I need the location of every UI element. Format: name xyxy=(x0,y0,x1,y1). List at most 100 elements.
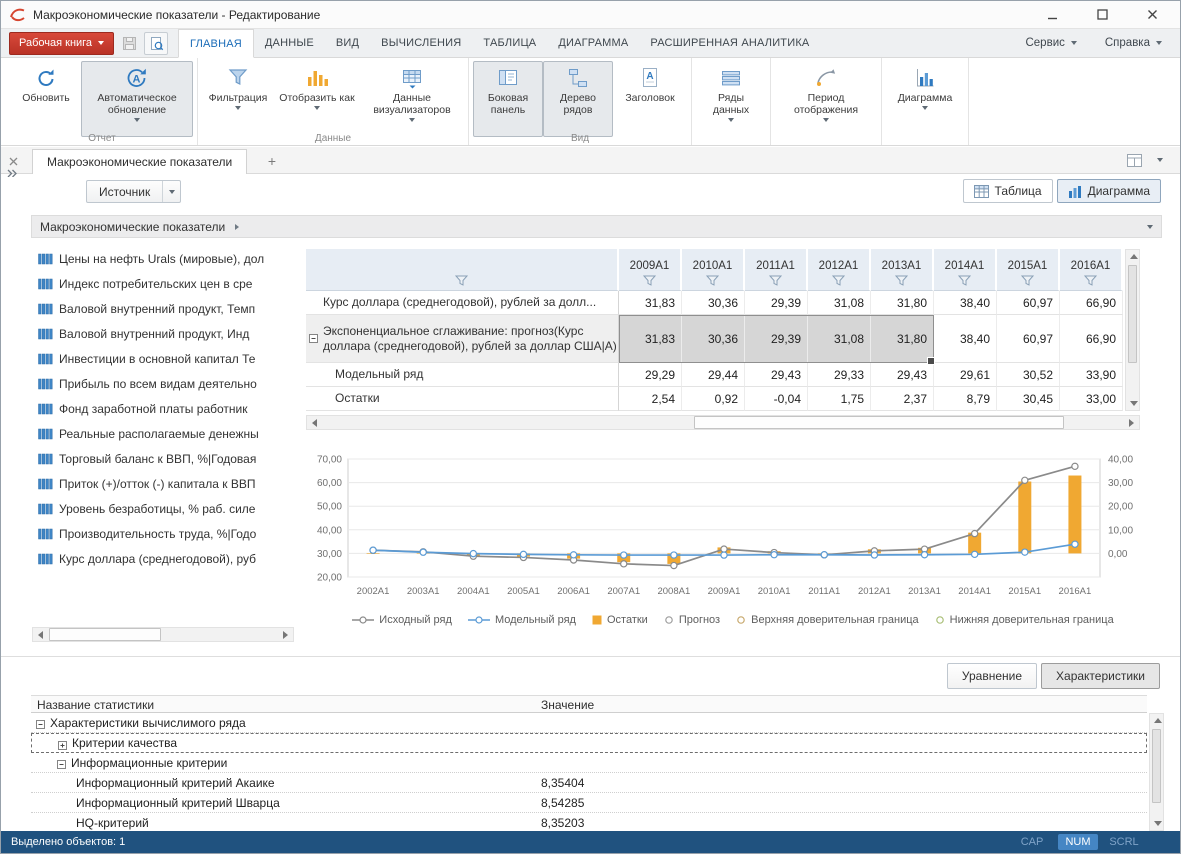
table-cell[interactable]: 33,90 xyxy=(1060,363,1123,387)
scroll-left-button[interactable] xyxy=(307,416,322,429)
window-layout-button[interactable] xyxy=(1126,152,1142,168)
table-cell[interactable]: 29,44 xyxy=(682,363,745,387)
scrollbar-thumb[interactable] xyxy=(694,416,1064,429)
filter-funnel-icon[interactable] xyxy=(958,275,971,286)
display-as-button[interactable]: Отобразить как xyxy=(274,61,360,137)
characteristics-button[interactable]: Характеристики xyxy=(1041,663,1160,689)
help-menu[interactable]: Справка xyxy=(1105,37,1162,49)
tree-item[interactable]: Торговый баланс к ВВП, %|Годовая xyxy=(31,446,296,471)
column-header[interactable]: 2014A1 xyxy=(934,249,997,291)
service-menu[interactable]: Сервис xyxy=(1025,37,1076,49)
scrollbar-thumb[interactable] xyxy=(1152,729,1161,803)
fill-handle[interactable] xyxy=(927,357,935,365)
table-cell[interactable]: 33,00 xyxy=(1060,387,1123,411)
save-button[interactable] xyxy=(117,32,141,55)
data-series-button[interactable]: Ряды данных xyxy=(696,61,766,137)
scroll-left-button[interactable] xyxy=(33,628,48,641)
auto-refresh-button[interactable]: A Автоматическое обновление xyxy=(81,61,193,137)
table-cell[interactable]: 66,90 xyxy=(1060,315,1123,363)
tree-item[interactable]: Производительность труда, %|Годо xyxy=(31,521,296,546)
table-cell[interactable]: 60,97 xyxy=(997,291,1060,315)
tree-item[interactable]: Фонд заработной платы работник xyxy=(31,396,296,421)
tree-item[interactable]: Инвестиции в основной капитал Те xyxy=(31,346,296,371)
stats-vertical-scrollbar[interactable] xyxy=(1149,713,1164,831)
table-cell[interactable]: 30,36 xyxy=(682,315,745,363)
table-cell[interactable]: 31,80 xyxy=(871,315,934,363)
table-row-header[interactable]: Экспоненциальное сглаживание: прогноз(Ку… xyxy=(306,315,619,363)
visualizer-data-button[interactable]: Данные визуализаторов xyxy=(360,61,464,137)
filter-funnel-icon[interactable] xyxy=(769,275,782,286)
filter-funnel-icon[interactable] xyxy=(643,275,656,286)
table-vertical-scrollbar[interactable] xyxy=(1125,249,1140,411)
table-horizontal-scrollbar[interactable] xyxy=(306,415,1140,430)
ribbon-tab[interactable]: ВИД xyxy=(325,29,370,57)
ribbon-tab[interactable]: ВЫЧИСЛЕНИЯ xyxy=(370,29,472,57)
ribbon-tab[interactable]: ГЛАВНАЯ xyxy=(178,29,254,58)
expand-icon[interactable] xyxy=(58,741,67,750)
column-header[interactable]: 2016A1 xyxy=(1060,249,1123,291)
stats-row[interactable]: Информационный критерий Шварца8,54285 xyxy=(31,793,1147,813)
add-tab-button[interactable]: + xyxy=(263,152,281,170)
table-cell[interactable]: 2,37 xyxy=(871,387,934,411)
report-section-header[interactable]: Макроэкономические показатели xyxy=(31,215,1162,238)
collapse-icon[interactable] xyxy=(36,720,45,729)
stats-row[interactable]: Информационные критерии xyxy=(31,753,1147,773)
chart-view-button[interactable]: Диаграмма xyxy=(1057,179,1161,203)
chart-button[interactable]: Диаграмма xyxy=(886,61,964,137)
table-cell[interactable]: 8,79 xyxy=(934,387,997,411)
table-cell[interactable]: 30,36 xyxy=(682,291,745,315)
scroll-down-button[interactable] xyxy=(1150,817,1165,830)
stats-row[interactable]: Характеристики вычислимого ряда xyxy=(31,713,1147,733)
preview-button[interactable] xyxy=(144,32,168,55)
table-cell[interactable]: 31,08 xyxy=(808,291,871,315)
tab-list-button[interactable] xyxy=(1152,152,1168,168)
collapse-icon[interactable] xyxy=(57,760,66,769)
column-header[interactable]: 2013A1 xyxy=(871,249,934,291)
scrollbar-thumb[interactable] xyxy=(1128,265,1137,363)
column-header[interactable]: 2011A1 xyxy=(745,249,808,291)
table-cell[interactable]: 60,97 xyxy=(997,315,1060,363)
column-header-series[interactable] xyxy=(306,249,619,291)
filter-funnel-icon[interactable] xyxy=(455,275,468,286)
table-row-header[interactable]: Остатки xyxy=(306,387,619,411)
table-cell[interactable]: 29,29 xyxy=(619,363,682,387)
source-dropdown[interactable] xyxy=(162,181,180,202)
tree-item[interactable]: Цены на нефть Urals (мировые), дол xyxy=(31,246,296,271)
scroll-up-button[interactable] xyxy=(1126,250,1141,263)
tree-item[interactable]: Уровень безработицы, % раб. силе xyxy=(31,496,296,521)
table-cell[interactable]: 29,43 xyxy=(871,363,934,387)
table-cell[interactable]: 29,61 xyxy=(934,363,997,387)
side-panel-button[interactable]: Боковая панель xyxy=(473,61,543,137)
filter-funnel-icon[interactable] xyxy=(1021,275,1034,286)
tree-item[interactable]: Приток (+)/отток (-) капитала к ВВП xyxy=(31,471,296,496)
table-row-header[interactable]: Модельный ряд xyxy=(306,363,619,387)
scrollbar-thumb[interactable] xyxy=(49,628,161,641)
table-cell[interactable]: 66,90 xyxy=(1060,291,1123,315)
table-view-button[interactable]: Таблица xyxy=(963,179,1053,203)
refresh-button[interactable]: Обновить xyxy=(11,61,81,137)
collapse-icon[interactable] xyxy=(309,334,318,343)
table-cell[interactable]: 29,43 xyxy=(745,363,808,387)
table-cell[interactable]: 31,83 xyxy=(619,315,682,363)
filter-button[interactable]: Фильтрация xyxy=(202,61,274,137)
filter-funnel-icon[interactable] xyxy=(832,275,845,286)
chevron-down-icon[interactable] xyxy=(1147,225,1153,229)
filter-funnel-icon[interactable] xyxy=(706,275,719,286)
series-tree-button[interactable]: Дерево рядов xyxy=(543,61,613,137)
tree-item[interactable]: Валовой внутренний продукт, Инд xyxy=(31,321,296,346)
table-cell[interactable]: 30,45 xyxy=(997,387,1060,411)
scroll-right-button[interactable] xyxy=(1124,416,1139,429)
source-button[interactable]: Источник xyxy=(86,180,181,203)
equation-button[interactable]: Уравнение xyxy=(947,663,1037,689)
tree-item[interactable]: Индекс потребительских цен в сре xyxy=(31,271,296,296)
table-cell[interactable]: 0,92 xyxy=(682,387,745,411)
table-cell[interactable]: 29,39 xyxy=(745,291,808,315)
stats-row[interactable]: Информационный критерий Акаике8,35404 xyxy=(31,773,1147,793)
table-cell[interactable]: 2,54 xyxy=(619,387,682,411)
table-cell[interactable]: 31,83 xyxy=(619,291,682,315)
stats-row[interactable]: HQ-критерий8,35203 xyxy=(31,813,1147,833)
filter-funnel-icon[interactable] xyxy=(1084,275,1097,286)
close-button[interactable] xyxy=(1140,5,1164,25)
table-cell[interactable]: 29,33 xyxy=(808,363,871,387)
column-header[interactable]: 2009A1 xyxy=(619,249,682,291)
